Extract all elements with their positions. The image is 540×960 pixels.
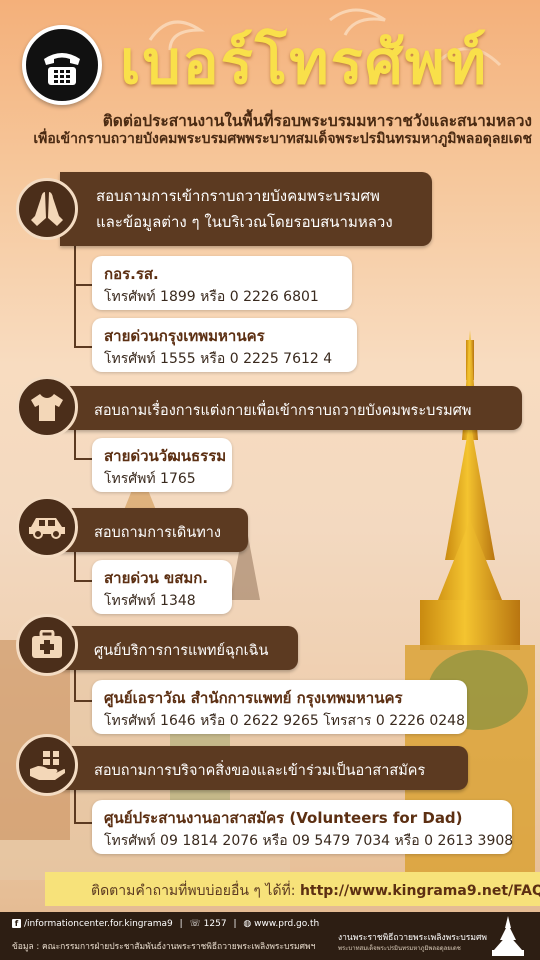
section-header-dress-code: สอบถามเรื่องการแต่งกายเพื่อเข้ากราบถวายบ… [60,386,522,430]
contact-card: ศูนย์เอราวัณ สำนักการแพทย์ กรุงเทพมหานคร… [92,680,467,734]
contact-card: กอร.รส. โทรศัพท์ 1899 หรือ 0 2226 6801 [92,256,352,310]
faq-link[interactable]: http://www.kingrama9.net/FAQ [300,883,540,899]
telephone-icon [22,25,102,105]
gift-hand-icon [16,734,78,796]
shirt-icon [16,376,78,438]
connector-line [74,822,94,824]
footer-facebook[interactable]: /informationcenter.for.kingrama9 [24,919,173,929]
section-title: ศูนย์บริการการแพทย์ฉุกเฉิน [94,643,269,659]
section-title: สอบถามเรื่องการแต่งกายเพื่อเข้ากราบถวายบ… [94,403,472,419]
phone-icon: ☏ [189,919,201,929]
footer-source: ข้อมูล : คณะกรรมการฝ่ายประชาสัมพันธ์งานพ… [12,942,316,952]
footer-org-sub: พระบาทสมเด็จพระปรมินทรมหาภูมิพลอดุลยเดช [338,945,461,952]
page-title: เบอร์โทรศัพท์ [120,28,489,98]
connector-line [74,580,94,582]
connector-line [74,346,94,348]
footer-website[interactable]: www.prd.go.th [254,919,319,929]
faq-text: ติดตามคำถามที่พบบ่อยอื่น ๆ ได้ที่: [91,883,300,899]
car-icon [16,496,78,558]
connector-line [74,284,94,286]
contact-card: สายด่วนกรุงเทพมหานคร โทรศัพท์ 1555 หรือ … [92,318,357,372]
praying-hands-icon [16,178,78,240]
contact-phone[interactable]: โทรศัพท์ 09 1814 2076 หรือ 09 5479 7034 … [104,830,513,852]
section-title: สอบถามการเดินทาง [94,525,222,541]
globe-icon: ◍ [243,919,252,929]
section-title-line2: และข้อมูลต่าง ๆ ในบริเวณโดยรอบสนามหลวง [96,213,393,231]
first-aid-kit-icon [16,614,78,676]
contact-name: ศูนย์เอราวัณ สำนักการแพทย์ กรุงเทพมหานคร [104,689,403,707]
contact-name: ศูนย์ประสานงานอาสาสมัคร (Volunteers for … [104,809,463,827]
section-header-visiting-info: สอบถามการเข้ากราบถวายบังคมพระบรมศพ และข้… [60,172,432,246]
section-header-emergency: ศูนย์บริการการแพทย์ฉุกเฉิน [60,626,298,670]
section-header-travel: สอบถามการเดินทาง [60,508,248,552]
connector-line [74,230,76,348]
facebook-icon: f [12,919,21,928]
contact-phone[interactable]: โทรศัพท์ 1348 [104,590,196,612]
contact-phone[interactable]: โทรศัพท์ 1765 [104,468,196,490]
contact-phone[interactable]: โทรศัพท์ 1555 หรือ 0 2225 7612 4 [104,348,332,370]
section-header-volunteer: สอบถามการบริจาคสิ่งของและเข้าร่วมเป็นอาส… [60,746,468,790]
connector-line [74,458,94,460]
contact-name: สายด่วนกรุงเทพมหานคร [104,327,265,345]
section-title: สอบถามการเข้ากราบถวายบังคมพระบรมศพ [96,187,380,205]
footer-org-name: งานพระราชพิธีถวายพระเพลิงพระบรมศพ [338,933,487,943]
page-subtitle-2: เพื่อเข้ากราบถวายบังคมพระบรมศพพระบาทสมเด… [33,131,532,147]
royal-crematorium-logo [492,916,524,956]
connector-line [74,700,94,702]
contact-phone[interactable]: โทรศัพท์ 1646 หรือ 0 2622 9265 โทรสาร 0 … [104,710,465,732]
contact-card: ศูนย์ประสานงานอาสาสมัคร (Volunteers for … [92,800,513,854]
contact-card: สายด่วนวัฒนธรรม โทรศัพท์ 1765 [92,438,232,492]
footer: f/informationcenter.for.kingrama9 | ☏ 12… [0,912,540,960]
divider: | [179,919,183,929]
footer-hotline[interactable]: 1257 [204,919,227,929]
contact-card: สายด่วน ขสมก. โทรศัพท์ 1348 [92,560,232,614]
divider: | [233,919,237,929]
contact-phone[interactable]: โทรศัพท์ 1899 หรือ 0 2226 6801 [104,286,319,308]
faq-banner: ติดตามคำถามที่พบบ่อยอื่น ๆ ได้ที่: http:… [45,872,540,906]
section-title: สอบถามการบริจาคสิ่งของและเข้าร่วมเป็นอาส… [94,763,426,779]
contact-name: กอร.รส. [104,265,159,283]
contact-name: สายด่วนวัฒนธรรม [104,447,227,465]
header: เบอร์โทรศัพท์ ติดต่อประสานงานในพื้นที่รอ… [0,0,540,160]
contact-name: สายด่วน ขสมก. [104,569,209,587]
